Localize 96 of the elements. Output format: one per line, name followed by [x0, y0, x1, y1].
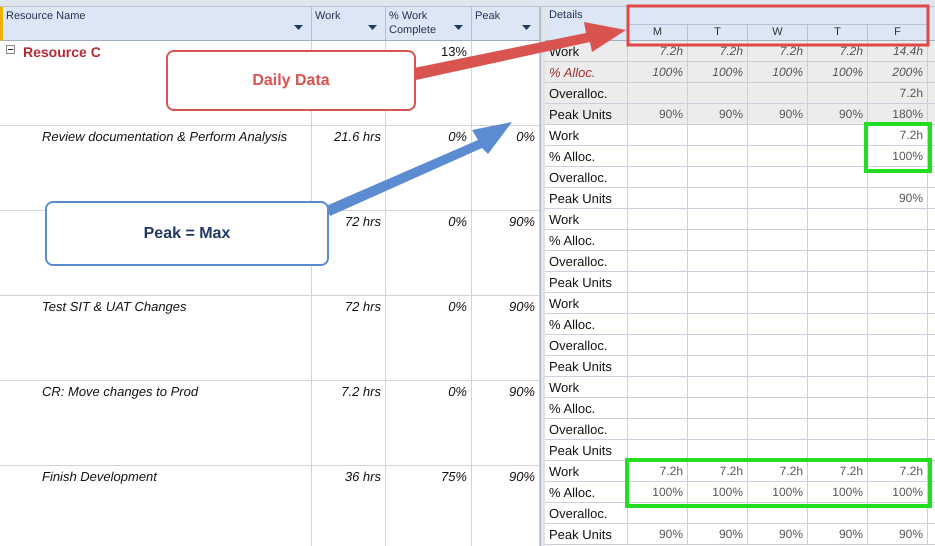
callout: Daily Data	[166, 50, 416, 111]
detail-label: Peak Units	[549, 191, 612, 206]
daily-value: 100%	[712, 65, 743, 79]
daily-value: 90%	[658, 527, 683, 541]
day-header: W	[748, 25, 808, 40]
peak-value: 0%	[516, 129, 535, 144]
detail-label: Overalloc.	[549, 506, 608, 521]
detail-label: Overalloc.	[549, 86, 608, 101]
detail-label: Work	[549, 464, 580, 479]
detail-label: % Alloc.	[549, 317, 596, 332]
detail-label: Peak Units	[549, 275, 612, 290]
daily-value: 7.2h	[720, 44, 743, 58]
daily-value: 100%	[892, 485, 923, 499]
detail-label: Peak Units	[549, 107, 612, 122]
peak-value: 90%	[508, 384, 535, 399]
daily-value: 7.2h	[900, 128, 923, 142]
dropdown-icon[interactable]	[368, 25, 377, 30]
daily-value: 14.4h	[892, 44, 923, 58]
detail-label: Peak Units	[549, 359, 612, 374]
column-header[interactable]: Resource Name	[3, 7, 312, 40]
daily-value: 90%	[898, 527, 923, 541]
collapse-toggle-icon[interactable]	[6, 45, 15, 54]
work-value: 72 hrs	[344, 299, 381, 314]
daily-value: 90%	[718, 107, 743, 121]
column-header[interactable]: Work	[312, 7, 386, 40]
daily-value: 180%	[892, 107, 923, 121]
daily-value: 90%	[898, 191, 923, 205]
work-value: 7.2 hrs	[341, 384, 381, 399]
daily-value: 7.2h	[660, 464, 683, 478]
daily-value: 100%	[712, 485, 743, 499]
detail-label: Peak Units	[549, 443, 612, 458]
task-name: CR: Move changes to Prod	[41, 384, 198, 399]
detail-label: % Alloc.	[549, 65, 596, 80]
daily-value: 7.2h	[900, 86, 923, 100]
dropdown-icon[interactable]	[522, 25, 531, 30]
detail-label: Work	[549, 296, 580, 311]
column-header[interactable]: Peak	[472, 7, 540, 40]
callout: Peak = Max	[45, 201, 329, 266]
task-name: Review documentation & Perform Analysis	[41, 129, 288, 144]
dropdown-icon[interactable]	[454, 25, 463, 30]
detail-label: Work	[549, 380, 580, 395]
daily-value: 100%	[772, 65, 803, 79]
resource-name: Resource C	[23, 44, 101, 60]
daily-value: 200%	[892, 65, 923, 79]
detail-label: Work	[549, 128, 580, 143]
column-header[interactable]: % Work Complete	[386, 7, 472, 40]
daily-value: 100%	[652, 485, 683, 499]
daily-value: 7.2h	[840, 464, 863, 478]
daily-value: 7.2h	[840, 44, 863, 58]
percent-complete-value: 13%	[440, 44, 467, 59]
daily-value: 100%	[892, 149, 923, 163]
daily-value: 7.2h	[780, 464, 803, 478]
daily-value: 7.2h	[780, 44, 803, 58]
work-value: 21.6 hrs	[334, 129, 381, 144]
day-header: T	[688, 25, 748, 40]
daily-value: 90%	[838, 527, 863, 541]
peak-value: 90%	[508, 214, 535, 229]
percent-complete-value: 0%	[448, 129, 467, 144]
detail-label: Overalloc.	[549, 422, 608, 437]
daily-value: 90%	[718, 527, 743, 541]
detail-label: Overalloc.	[549, 170, 608, 185]
peak-value: 90%	[508, 299, 535, 314]
day-header: T	[808, 25, 868, 40]
detail-label: Overalloc.	[549, 338, 608, 353]
daily-value: 7.2h	[660, 44, 683, 58]
detail-label: Peak Units	[549, 527, 612, 542]
highlight-frame	[864, 122, 932, 173]
task-name: Finish Development	[41, 469, 157, 484]
detail-label: % Alloc.	[549, 149, 596, 164]
dropdown-icon[interactable]	[294, 25, 303, 30]
task-name: Test SIT & UAT Changes	[41, 299, 187, 314]
detail-label: % Alloc.	[549, 485, 596, 500]
detail-label: % Alloc.	[549, 401, 596, 416]
work-value: 72 hrs	[344, 214, 381, 229]
percent-complete-value: 75%	[440, 469, 467, 484]
details-header: Details	[549, 9, 583, 21]
daily-value: 7.2h	[900, 464, 923, 478]
detail-label: % Alloc.	[549, 233, 596, 248]
day-header: F	[868, 25, 928, 40]
daily-value: 100%	[832, 485, 863, 499]
percent-complete-value: 0%	[448, 299, 467, 314]
percent-complete-value: 0%	[448, 214, 467, 229]
percent-complete-value: 0%	[448, 384, 467, 399]
daily-value: 90%	[838, 107, 863, 121]
day-header: M	[628, 25, 688, 40]
daily-value: 100%	[772, 485, 803, 499]
daily-value: 100%	[652, 65, 683, 79]
detail-label: Work	[549, 212, 580, 227]
daily-value: 90%	[658, 107, 683, 121]
detail-label: Overalloc.	[549, 254, 608, 269]
daily-value: 90%	[778, 527, 803, 541]
work-value: 36 hrs	[344, 469, 381, 484]
daily-value: 100%	[832, 65, 863, 79]
daily-value: 90%	[778, 107, 803, 121]
peak-value: 90%	[508, 469, 535, 484]
daily-value: 7.2h	[720, 464, 743, 478]
